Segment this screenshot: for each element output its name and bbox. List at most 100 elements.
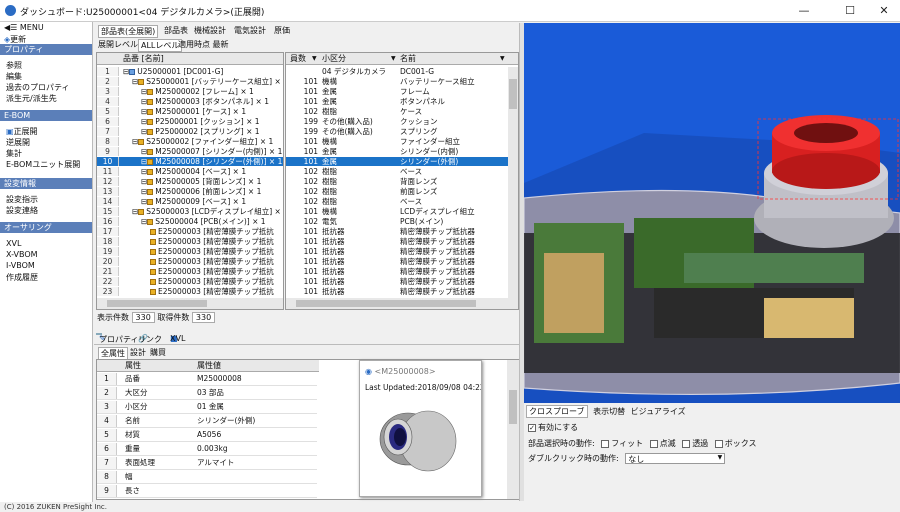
tree-node[interactable]: ⊟ M25000002 [フレーム] × 1 — [141, 87, 254, 96]
tree-node[interactable]: E25000003 [精密薄膜チップ抵抗 — [150, 277, 274, 286]
detail-row[interactable]: 101 抵抗器 精密薄膜チップ抵抗器 — [286, 237, 508, 246]
sidebar-item-aggregate[interactable]: 集計 — [6, 148, 22, 159]
filter-icon[interactable]: ▼ — [500, 53, 505, 65]
tree-node[interactable]: ⊟ S25000004 [PCB(メイン)] × 1 — [141, 217, 266, 226]
sidebar-item-i-vbom[interactable]: I-VBOM — [6, 261, 35, 270]
checkbox[interactable] — [714, 439, 723, 448]
menu-toggle[interactable]: ◀☰ MENU — [4, 23, 44, 32]
tree-row[interactable]: 7 ⊟ P25000002 [スプリング] × 1 — [97, 127, 283, 137]
subtab-purchase[interactable]: 購買 — [150, 347, 166, 358]
tree-node[interactable]: ⊟ S25000003 [LCDディスプレイ組立] × 1 — [132, 207, 283, 216]
sidebar-item-x-vbom[interactable]: X-VBOM — [6, 250, 38, 259]
tree-row[interactable]: 6 ⊟ P25000001 [クッション] × 1 — [97, 117, 283, 127]
detail-row[interactable]: 101 抵抗器 精密薄膜チップ抵抗器 — [286, 287, 508, 296]
tree-node[interactable]: E25000003 [精密薄膜チップ抵抗 — [150, 267, 274, 276]
tree-row[interactable]: 14 ⊟ M25000009 [ベース] × 1 — [97, 197, 283, 207]
col-header-tree[interactable]: 品番 [名前] — [97, 53, 283, 65]
subtab-all-level[interactable]: ALLレベル — [138, 39, 183, 52]
scroll-thumb[interactable] — [509, 390, 517, 424]
detail-row[interactable]: 101 抵抗器 精密薄膜チップ抵抗器 — [286, 267, 508, 276]
sidebar-item-change-notice[interactable]: 設変連絡 — [6, 205, 38, 216]
property-row[interactable]: 1 品番 M25000008 — [97, 373, 317, 386]
sidebar-item-reference[interactable]: 参照 — [6, 60, 22, 71]
tree-node[interactable]: ⊟ M25000003 [ボタンパネル] × 1 — [141, 97, 269, 106]
detail-row[interactable]: 101 機構 LCDディスプレイ組立 — [286, 207, 508, 216]
property-row[interactable]: 3 小区分 01 金属 — [97, 401, 317, 414]
sidebar-item-change-instruction[interactable]: 設変指示 — [6, 194, 38, 205]
tree-node[interactable]: ⊟ U25000001 [DC001-G] — [123, 67, 223, 76]
tree-row[interactable]: 17 E25000003 [精密薄膜チップ抵抗 — [97, 227, 283, 237]
tree-node[interactable]: ⊟ M25000008 [シリンダー(外側)] × 1 — [141, 157, 282, 166]
filter-icon[interactable]: ▼ — [312, 53, 317, 65]
tree-node[interactable]: ⊟ M25000006 [前面レンズ] × 1 — [141, 187, 261, 196]
detail-row[interactable]: 101 抵抗器 精密薄膜チップ抵抗器 — [286, 227, 508, 236]
tree-horizontal-scrollbar[interactable] — [97, 298, 283, 309]
tree-node[interactable]: ⊟ P25000001 [クッション] × 1 — [141, 117, 260, 126]
detail-row[interactable]: 101 金属 シリンダー(内側) — [286, 147, 508, 156]
property-row[interactable]: 5 材質 A5056 — [97, 429, 317, 442]
sidebar-item-ebom-unit[interactable]: E-BOMユニット展開 — [6, 159, 80, 170]
detail-row[interactable]: 102 樹脂 前面レンズ — [286, 187, 508, 196]
col-header-class[interactable]: 小区分 — [322, 53, 346, 65]
property-row[interactable]: 4 名前 シリンダー(外側) — [97, 415, 317, 428]
scroll-thumb[interactable] — [296, 300, 476, 307]
detail-row[interactable]: 199 その他(購入品) クッション — [286, 117, 508, 126]
sidebar-item-xvl[interactable]: XVL — [6, 239, 21, 248]
tab-visualize[interactable]: ビジュアライズ — [631, 407, 686, 416]
option-box[interactable]: ボックス — [714, 439, 757, 448]
tree-node[interactable]: ⊟ M25000005 [背面レンズ] × 1 — [141, 177, 261, 186]
maximize-button[interactable]: ☐ — [836, 2, 864, 20]
detail-row[interactable]: 102 樹脂 ベース — [286, 167, 508, 176]
3d-viewport[interactable] — [524, 23, 900, 403]
detail-horizontal-scrollbar[interactable] — [286, 298, 508, 309]
subtab-level[interactable]: 展開レベル — [98, 39, 138, 50]
tree-node[interactable]: ⊟ M25000007 [シリンダー(内側)] × 1 — [141, 147, 282, 156]
close-button[interactable]: ✕ — [870, 2, 898, 20]
scroll-thumb[interactable] — [107, 300, 207, 307]
tree-row[interactable]: 2 ⊟ S25000001 [バッテリーケース組立] × 1 — [97, 77, 283, 87]
tree-row[interactable]: 3 ⊟ M25000002 [フレーム] × 1 — [97, 87, 283, 97]
tree-node[interactable]: ⊟ M25000004 [ベース] × 1 — [141, 167, 246, 176]
col-header-name[interactable]: 名前 — [400, 53, 416, 65]
tab-mech[interactable]: 機械設計 — [194, 25, 226, 36]
option-fit[interactable]: フィット — [601, 439, 643, 448]
scroll-thumb[interactable] — [509, 79, 517, 109]
sidebar-item-edit[interactable]: 編集 — [6, 71, 22, 82]
tab-cross-probe[interactable]: クロスプローブ — [526, 405, 588, 418]
tree-node[interactable]: ⊟ S25000002 [ファインダー組立] × 1 — [132, 137, 273, 146]
tree-row[interactable]: 4 ⊟ M25000003 [ボタンパネル] × 1 — [97, 97, 283, 107]
tree-row[interactable]: 13 ⊟ M25000006 [前面レンズ] × 1 — [97, 187, 283, 197]
subtab-design[interactable]: 設計 — [130, 347, 146, 358]
tree-node[interactable]: ⊟ M25000001 [ケース] × 1 — [141, 107, 246, 116]
tree-row[interactable]: 1 ⊟ U25000001 [DC001-G] — [97, 67, 283, 77]
tree-node[interactable]: E25000003 [精密薄膜チップ抵抗 — [150, 227, 274, 236]
sidebar-item-past-property[interactable]: 過去のプロパティ — [6, 82, 70, 93]
tree-row[interactable]: 11 ⊟ M25000004 [ベース] × 1 — [97, 167, 283, 177]
sidebar-item-forward-expand[interactable]: ▣正展開 — [6, 126, 38, 137]
tab-elec[interactable]: 電気設計 — [234, 25, 266, 36]
tree-row[interactable]: 9 ⊟ M25000007 [シリンダー(内側)] × 1 — [97, 147, 283, 157]
tree-node[interactable]: ⊟ S25000001 [バッテリーケース組立] × 1 — [132, 77, 283, 86]
option-blink[interactable]: 点滅 — [649, 439, 676, 448]
detail-row[interactable]: 102 樹脂 ケース — [286, 107, 508, 116]
filter-icon[interactable]: ▼ — [391, 53, 396, 65]
checkbox[interactable] — [601, 439, 610, 448]
property-row[interactable]: 6 重量 0.003kg — [97, 443, 317, 456]
tree-row[interactable]: 5 ⊟ M25000001 [ケース] × 1 — [97, 107, 283, 117]
tree-node[interactable]: ⊟ P25000002 [スプリング] × 1 — [141, 127, 260, 136]
col-header-value[interactable]: 属性値 — [197, 360, 221, 372]
checkbox[interactable] — [649, 439, 658, 448]
tree-row[interactable]: 21 E25000003 [精密薄膜チップ抵抗 — [97, 267, 283, 277]
chevron-down-icon[interactable]: ▼ — [718, 454, 723, 461]
detail-row[interactable]: 101 抵抗器 精密薄膜チップ抵抗器 — [286, 257, 508, 266]
detail-row[interactable]: 04 デジタルカメラ DC001-G — [286, 67, 508, 76]
detail-row[interactable]: 102 樹脂 ベース — [286, 197, 508, 206]
sidebar-item-history[interactable]: 作成履歴 — [6, 272, 38, 283]
enable-checkbox[interactable]: ✓ 有効にする — [528, 422, 578, 433]
detail-row[interactable]: 199 その他(購入品) スプリング — [286, 127, 508, 136]
tree-node[interactable]: E25000003 [精密薄膜チップ抵抗 — [150, 247, 274, 256]
tree-row[interactable]: 23 E25000003 [精密薄膜チップ抵抗 — [97, 287, 283, 297]
col-header-attr[interactable]: 属性 — [125, 360, 141, 372]
detail-row[interactable]: 101 抵抗器 精密薄膜チップ抵抗器 — [286, 247, 508, 256]
detail-row[interactable]: 101 抵抗器 精密薄膜チップ抵抗器 — [286, 277, 508, 286]
